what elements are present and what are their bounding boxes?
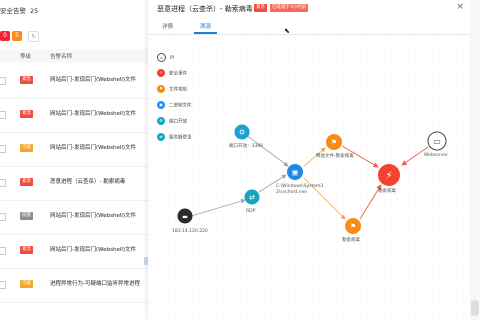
alert-row[interactable]: 紧急 网站后门-发现后门(Webshell)文件 [0, 234, 148, 269]
node-ransomware-file[interactable]: ⚑ [345, 218, 361, 234]
detail-tabs: 详情 溯源 [148, 20, 470, 35]
alert-count-label: 安全告警 [0, 7, 26, 15]
node-ransomware-event[interactable]: ⚡ [378, 164, 400, 186]
alert-list-panel: 安全告警 25 0 5 ↻ 等级 告警名称 紧急 网站后门-发现后门(Webshel… [0, 0, 148, 320]
edge-port-process [245, 134, 289, 167]
close-icon[interactable]: × [456, 2, 464, 12]
node-webserver[interactable]: ▭ [427, 131, 447, 151]
svg-text:⇄: ⇄ [249, 194, 255, 202]
alert-row[interactable]: 可疑 网站后门-发现后门(Webshell)文件 [0, 132, 148, 167]
alert-name[interactable]: 网站后门-发现后门(Webshell)文件 [50, 246, 146, 254]
label-virus: 勒索病毒 [342, 238, 360, 243]
urgent-tag: 紧急 [254, 4, 267, 12]
handled-tag: 已处理于3小时前 [270, 4, 309, 12]
alert-name[interactable]: 进程异常行为-可疑端口监听异常进程 [50, 280, 146, 288]
suspicious-filter-button[interactable]: 5 [12, 31, 22, 41]
svg-text:⚙: ⚙ [239, 129, 245, 137]
svg-text:⚑: ⚑ [331, 139, 337, 147]
row-checkbox[interactable] [0, 281, 6, 289]
row-checkbox[interactable] [0, 179, 6, 187]
label-rdp: RDP [246, 209, 256, 214]
label-event: 勒索病毒 [378, 189, 396, 194]
svg-text:▣: ▣ [292, 169, 299, 177]
label-process: C:\Windows\System32\svchost.exe [276, 184, 324, 195]
label-dropper: 释放文件-勒索病毒 [316, 154, 354, 159]
label-webserver: Webserver [424, 153, 449, 158]
alert-count: 安全告警 25 [0, 5, 38, 15]
svg-text:▬: ▬ [182, 214, 188, 221]
level-badge: 可疑 [20, 280, 33, 288]
level-badge: 提醒 [20, 212, 33, 220]
alert-name[interactable]: 网站后门-发现后门(Webshell)文件 [50, 212, 146, 220]
level-badge: 紧急 [20, 76, 33, 84]
column-level: 等级 [20, 54, 32, 60]
alert-count-value: 25 [30, 7, 39, 15]
label-port-open: 端口开放：3389 [229, 144, 263, 149]
tab-detail[interactable]: 详情 [156, 22, 179, 34]
node-process[interactable]: ▣ [287, 164, 303, 180]
svg-text:⚡: ⚡ [385, 171, 392, 182]
row-checkbox[interactable] [0, 145, 6, 153]
row-checkbox[interactable] [0, 213, 6, 221]
alert-row[interactable]: 紧急 网站后门-发现后门(Webshell)文件 [0, 98, 148, 133]
alert-name[interactable]: 网站后门-发现后门(Webshell)文件 [50, 76, 146, 84]
level-badge: 可疑 [20, 144, 33, 152]
level-badge: 紧急 [20, 246, 33, 254]
node-rdp[interactable]: ⇄ [244, 189, 260, 205]
svg-text:⚑: ⚑ [350, 223, 356, 231]
edge-ip-rdp [187, 198, 246, 218]
alert-row[interactable]: 提醒 网站后门-发现后门(Webshell)文件 [0, 200, 148, 235]
urgent-filter-button[interactable]: 0 [0, 31, 10, 41]
alert-row[interactable]: 紧急 网站后门-发现后门(Webshell)文件 [0, 64, 148, 99]
mouse-cursor-icon: ⬉ [284, 27, 290, 35]
row-checkbox[interactable] [0, 111, 6, 119]
level-badge: 紧急 [20, 178, 33, 186]
svg-text:▭: ▭ [433, 137, 441, 146]
label-ip: 183.14.120.220 [172, 229, 208, 234]
level-badge: 紧急 [20, 110, 33, 118]
alert-detail-panel: 恶意进程（云查杀）- 勒索病毒 紧急 已处理于3小时前 × 详情 溯源 ▭ IP … [148, 0, 470, 320]
column-alert-name: 告警名称 [50, 54, 73, 60]
alert-row[interactable]: 可疑 进程异常行为-可疑端口监听异常进程 [0, 268, 148, 303]
node-ip[interactable]: ▬ [177, 208, 193, 224]
table-header: 等级 告警名称 [0, 49, 148, 63]
node-port-open[interactable]: ⚙ [234, 124, 250, 140]
scrollbar-thumb[interactable] [471, 300, 479, 316]
row-checkbox[interactable] [0, 77, 6, 85]
alert-row[interactable]: 紧急 恶意进程（云查杀）- 勒索病毒 [0, 166, 148, 201]
tab-trace[interactable]: 溯源 [194, 22, 218, 34]
alert-name[interactable]: 恶意进程（云查杀）- 勒索病毒 [50, 178, 146, 186]
detail-title: 恶意进程（云查杀）- 勒索病毒 [157, 5, 253, 13]
alert-name[interactable]: 网站后门-发现后门(Webshell)文件 [50, 144, 146, 152]
page-scrollbar[interactable] [470, 0, 480, 320]
node-dropper-file[interactable]: ⚑ [326, 134, 342, 150]
alert-name[interactable]: 网站后门-发现后门(Webshell)文件 [50, 110, 146, 118]
refresh-icon[interactable]: ↻ [28, 31, 39, 42]
row-checkbox[interactable] [0, 247, 6, 255]
trace-graph: ⚙ ▬ ⇄ ▣ ⚑ ⚡ ⚑ ▭ [177, 124, 447, 234]
trace-graph-canvas: ▭ IP ⚡ 安全事件 ⚑ 文件攻陷 ▣ 二进制文件 ⚙ 端口开放 ⇄ 服务器登录 [148, 35, 470, 320]
